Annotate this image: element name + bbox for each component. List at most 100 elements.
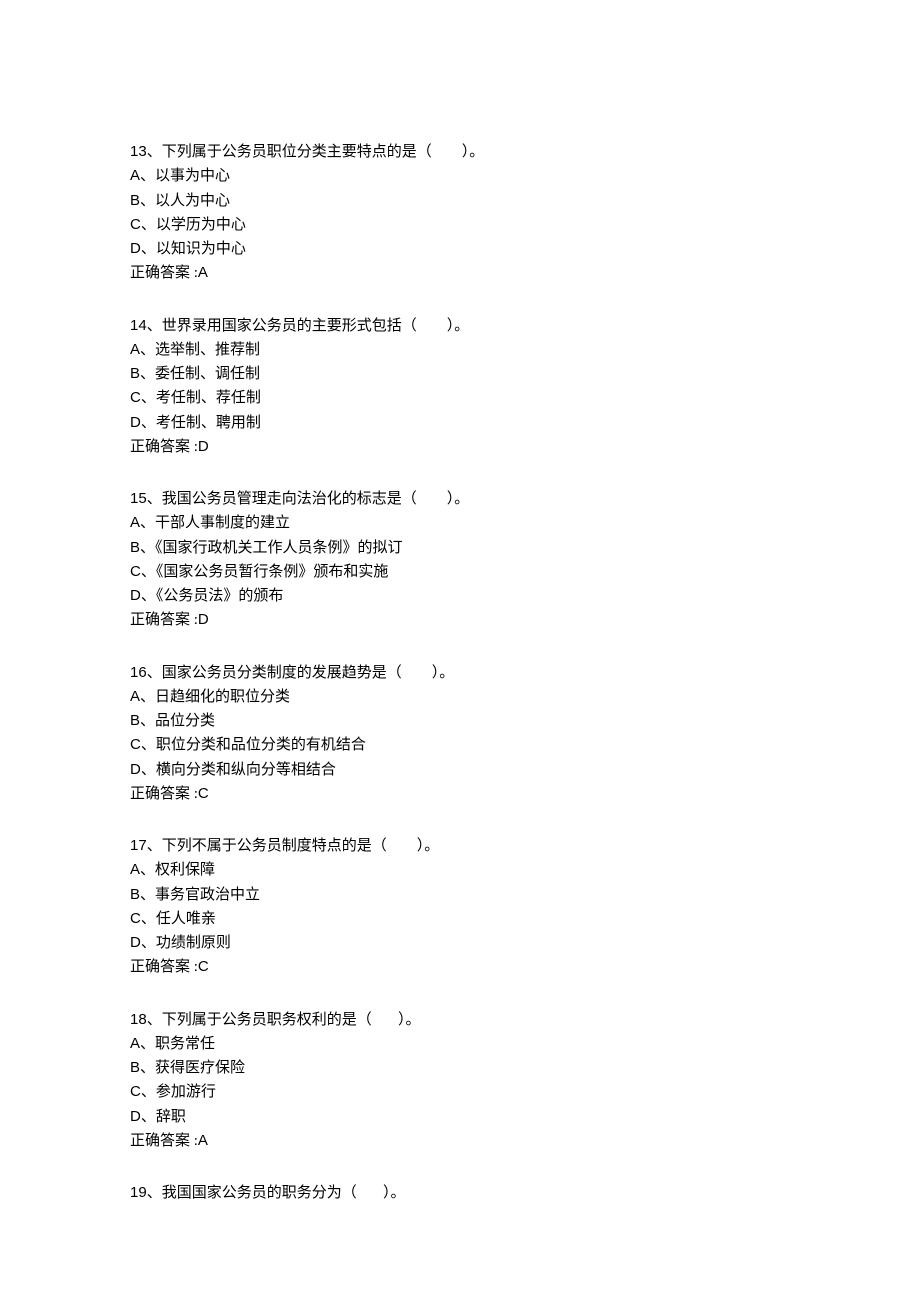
option: D、考任制、聘用制 bbox=[130, 411, 790, 435]
answer-value: C bbox=[198, 785, 209, 802]
blank-paren: （ ）。 bbox=[342, 1185, 406, 1201]
option-text: 、以人为中心 bbox=[140, 193, 230, 209]
blank-paren: （ ）。 bbox=[402, 491, 470, 507]
option-text: 、以学历为中心 bbox=[141, 217, 246, 233]
option-label: B bbox=[130, 192, 140, 209]
option: C、参加游行 bbox=[130, 1080, 790, 1104]
option: B、委任制、调任制 bbox=[130, 362, 790, 386]
option: C、职位分类和品位分类的有机结合 bbox=[130, 733, 790, 757]
option: B、《国家行政机关工作人员条例》的拟订 bbox=[130, 536, 790, 560]
blank-paren: （ ）。 bbox=[357, 1012, 421, 1028]
question-number: 15 bbox=[130, 490, 147, 507]
option-text: 、职务常任 bbox=[140, 1036, 215, 1052]
question-number: 13 bbox=[130, 143, 147, 160]
option-label: A bbox=[130, 688, 140, 705]
option-label: C bbox=[130, 216, 141, 233]
option: C、考任制、荐任制 bbox=[130, 386, 790, 410]
option: C、《国家公务员暂行条例》颁布和实施 bbox=[130, 560, 790, 584]
answer-line: 正确答案 :A bbox=[130, 1129, 790, 1153]
option-text: 、《公务员法》的颁布 bbox=[141, 588, 284, 604]
option-label: B bbox=[130, 886, 140, 903]
option-label: D bbox=[130, 761, 141, 778]
option-label: D bbox=[130, 1108, 141, 1125]
option: D、横向分类和纵向分等相结合 bbox=[130, 758, 790, 782]
option: D、《公务员法》的颁布 bbox=[130, 584, 790, 608]
option-label: A bbox=[130, 861, 140, 878]
option-text: 、辞职 bbox=[141, 1109, 186, 1125]
question-block: 13、下列属于公务员职位分类主要特点的是（ ）。A、以事为中心B、以人为中心C、… bbox=[130, 140, 790, 286]
option: B、事务官政治中立 bbox=[130, 883, 790, 907]
question-text: 、下列属于公务员职务权利的是 bbox=[147, 1012, 357, 1028]
question-number: 17 bbox=[130, 837, 147, 854]
option-text: 、任人唯亲 bbox=[141, 911, 216, 927]
option: D、以知识为中心 bbox=[130, 237, 790, 261]
question-text: 、下列不属于公务员制度特点的是 bbox=[147, 838, 372, 854]
answer-label: 正确答案 : bbox=[130, 1133, 198, 1149]
answer-value: A bbox=[198, 1132, 208, 1149]
question-block: 17、下列不属于公务员制度特点的是（ ）。A、权利保障B、事务官政治中立C、任人… bbox=[130, 834, 790, 980]
answer-value: D bbox=[198, 438, 209, 455]
answer-line: 正确答案 :D bbox=[130, 608, 790, 632]
option-label: C bbox=[130, 1083, 141, 1100]
blank-paren: （ ）。 bbox=[402, 318, 470, 334]
option-label: C bbox=[130, 389, 141, 406]
question-stem: 13、下列属于公务员职位分类主要特点的是（ ）。 bbox=[130, 140, 790, 164]
answer-value: C bbox=[198, 958, 209, 975]
option-label: D bbox=[130, 240, 141, 257]
option-label: C bbox=[130, 910, 141, 927]
option-label: D bbox=[130, 587, 141, 604]
option-text: 、参加游行 bbox=[141, 1084, 216, 1100]
option: B、获得医疗保险 bbox=[130, 1056, 790, 1080]
option-text: 、《国家行政机关工作人员条例》的拟订 bbox=[140, 540, 403, 556]
blank-paren: （ ）。 bbox=[372, 838, 440, 854]
question-text: 、世界录用国家公务员的主要形式包括 bbox=[147, 318, 402, 334]
option-text: 、品位分类 bbox=[140, 713, 215, 729]
answer-line: 正确答案 :A bbox=[130, 261, 790, 285]
option-text: 、事务官政治中立 bbox=[140, 887, 260, 903]
option-label: B bbox=[130, 365, 140, 382]
option: C、以学历为中心 bbox=[130, 213, 790, 237]
question-block: 19、我国国家公务员的职务分为（ ）。 bbox=[130, 1181, 790, 1205]
question-block: 16、国家公务员分类制度的发展趋势是（ ）。A、日趋细化的职位分类B、品位分类C… bbox=[130, 661, 790, 807]
question-block: 15、我国公务员管理走向法治化的标志是（ ）。 A、干部人事制度的建立 B、《国家行… bbox=[130, 487, 790, 633]
answer-line: 正确答案 :C bbox=[130, 955, 790, 979]
option-label: C bbox=[130, 563, 141, 580]
question-text: 、我国国家公务员的职务分为 bbox=[147, 1185, 342, 1201]
question-text: 、国家公务员分类制度的发展趋势是 bbox=[147, 665, 387, 681]
option: D、辞职 bbox=[130, 1105, 790, 1129]
question-stem: 15、我国公务员管理走向法治化的标志是（ ）。 bbox=[130, 487, 790, 511]
option-label: D bbox=[130, 414, 141, 431]
option: B、以人为中心 bbox=[130, 189, 790, 213]
option-text: 、《国家公务员暂行条例》颁布和实施 bbox=[141, 564, 389, 580]
option-text: 、职位分类和品位分类的有机结合 bbox=[141, 737, 366, 753]
answer-label: 正确答案 : bbox=[130, 439, 198, 455]
option-text: 、获得医疗保险 bbox=[140, 1060, 245, 1076]
option: A、选举制、推荐制 bbox=[130, 338, 790, 362]
option-text: 、干部人事制度的建立 bbox=[140, 515, 290, 531]
option: A、以事为中心 bbox=[130, 164, 790, 188]
option: D、功绩制原则 bbox=[130, 931, 790, 955]
question-stem: 18、下列属于公务员职务权利的是（ ）。 bbox=[130, 1008, 790, 1032]
option-text: 、考任制、聘用制 bbox=[141, 415, 261, 431]
option: A、职务常任 bbox=[130, 1032, 790, 1056]
answer-value: D bbox=[198, 611, 209, 628]
option: A、日趋细化的职位分类 bbox=[130, 685, 790, 709]
option-label: A bbox=[130, 514, 140, 531]
question-stem: 16、国家公务员分类制度的发展趋势是（ ）。 bbox=[130, 661, 790, 685]
question-stem: 17、下列不属于公务员制度特点的是（ ）。 bbox=[130, 834, 790, 858]
blank-paren: （ ）。 bbox=[387, 665, 455, 681]
option-text: 、考任制、荐任制 bbox=[141, 390, 261, 406]
question-stem: 19、我国国家公务员的职务分为（ ）。 bbox=[130, 1181, 790, 1205]
answer-value: A bbox=[198, 264, 208, 281]
option-label: A bbox=[130, 1035, 140, 1052]
question-number: 18 bbox=[130, 1011, 147, 1028]
option-text: 、功绩制原则 bbox=[141, 935, 231, 951]
answer-label: 正确答案 : bbox=[130, 786, 198, 802]
question-number: 19 bbox=[130, 1184, 147, 1201]
option-label: A bbox=[130, 167, 140, 184]
answer-label: 正确答案 : bbox=[130, 612, 198, 628]
option-text: 、权利保障 bbox=[140, 862, 215, 878]
answer-line: 正确答案 :C bbox=[130, 782, 790, 806]
option-text: 、横向分类和纵向分等相结合 bbox=[141, 762, 336, 778]
answer-line: 正确答案 :D bbox=[130, 435, 790, 459]
